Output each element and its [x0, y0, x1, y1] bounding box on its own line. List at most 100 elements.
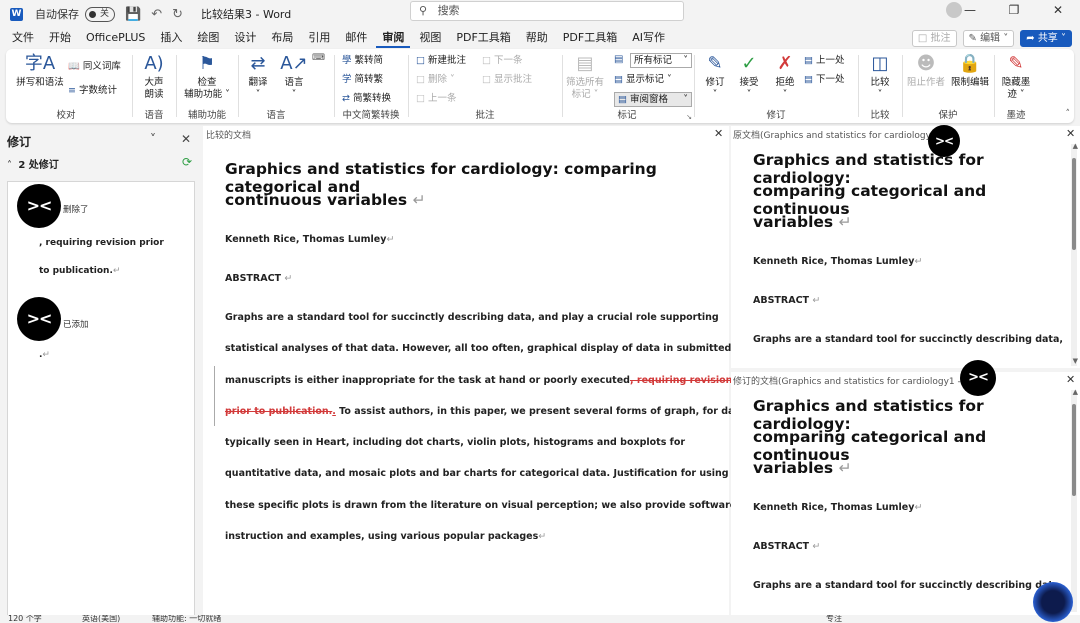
assistant-orb-icon[interactable]	[1033, 582, 1073, 622]
revision-text[interactable]: to publication.↵	[39, 266, 120, 276]
close-icon[interactable]: ✕	[1066, 127, 1075, 140]
next-change-label: 下一处	[815, 74, 845, 85]
accept-button[interactable]: ✓ 接受 ˅	[732, 53, 766, 101]
tab-insert[interactable]: 插入	[154, 28, 188, 48]
comments-button[interactable]: □ 批注	[911, 29, 957, 47]
simplified-to-traditional-button[interactable]: 学简转繁	[342, 71, 383, 88]
compared-document-pane[interactable]: 比较的文档 ✕ Graphics and statistics for card…	[203, 126, 745, 616]
keyboard-icon[interactable]: ⌨	[312, 53, 325, 63]
scroll-up-icon[interactable]: ▲	[1073, 142, 1078, 150]
reviewing-pane-icon: ▤	[618, 94, 627, 105]
paragraph-mark: ↵	[914, 256, 923, 267]
traditional-to-simplified-label: 繁转简	[354, 55, 384, 66]
reject-button[interactable]: ✗ 拒绝 ˅	[768, 53, 802, 101]
author-avatar-icon: ><	[960, 360, 996, 396]
tab-references[interactable]: 引用	[302, 28, 336, 48]
search-input[interactable]: ⚲ 搜索	[410, 1, 684, 21]
tab-ai-writing[interactable]: AI写作	[626, 28, 671, 48]
collapse-ribbon-icon[interactable]: ˄	[1066, 109, 1071, 119]
show-comments-button[interactable]: □ 显示批注	[482, 71, 532, 88]
revised-document-pane[interactable]: 修订的文档(Graphics and statistics for cardio…	[731, 372, 1080, 616]
share-button[interactable]: ➦ 共享 ˅	[1020, 29, 1072, 47]
authors-text: Kenneth Rice, Thomas Lumley	[225, 234, 387, 245]
revision-count[interactable]: ˄ 2 处修订	[7, 156, 59, 171]
track-changes-icon: ✎	[707, 53, 723, 74]
divider	[176, 55, 177, 117]
pane-options-icon[interactable]: ˅	[150, 132, 156, 146]
markup-display-select[interactable]: 所有标记 ˅	[630, 53, 692, 68]
tab-draw[interactable]: 绘图	[191, 28, 225, 48]
close-icon[interactable]: ✕	[714, 127, 723, 140]
tab-home[interactable]: 开始	[43, 28, 77, 48]
new-comment-button[interactable]: □ 新建批注	[416, 52, 466, 69]
accessibility-status[interactable]: 辅助功能: 一切就绪	[152, 615, 221, 623]
hide-ink-button[interactable]: ✎ 隐藏墨迹 ˅	[996, 53, 1036, 101]
tab-layout[interactable]: 布局	[265, 28, 299, 48]
revision-text[interactable]: .↵	[39, 350, 50, 360]
autosave-label: 自动保存	[35, 8, 79, 21]
focus-mode-button[interactable]: 专注	[826, 615, 842, 623]
autosave-toggle[interactable]: 关	[85, 6, 115, 22]
editing-mode-button[interactable]: ✎ 编辑 ˅	[962, 29, 1015, 47]
chinese-conversion-button[interactable]: ⇄ 简繁转换	[342, 90, 391, 107]
scrollbar-thumb[interactable]	[1072, 404, 1076, 496]
translate-button[interactable]: ⇄ 翻译 ˅	[240, 53, 276, 101]
filter-all-markup-button[interactable]: ▤ 筛选所有 标记 ˅	[564, 53, 606, 101]
dialog-launcher-icon[interactable]: ↘	[686, 113, 692, 121]
tab-file[interactable]: 文件	[6, 28, 40, 48]
read-aloud-button[interactable]: A) 大声 朗读	[134, 53, 174, 101]
tab-officeplus[interactable]: OfficePLUS	[80, 28, 151, 48]
restrict-editing-button[interactable]: 🔒 限制编辑	[948, 53, 992, 89]
vertical-scrollbar[interactable]	[1071, 144, 1077, 366]
scrollbar-thumb[interactable]	[1072, 158, 1076, 250]
revision-text-line: to publication.	[39, 266, 113, 276]
track-changes-button[interactable]: ✎ 修订 ˅	[698, 53, 732, 101]
compare-button[interactable]: ◫ 比较 ˅	[860, 53, 900, 101]
block-authors-button[interactable]: ☻ 阻止作者	[904, 53, 948, 89]
abstract-text: To assist authors, in this paper, we pre…	[335, 406, 746, 417]
spelling-grammar-button[interactable]: 字A 拼写和语法	[10, 53, 70, 89]
chevron-down-icon: ˅	[683, 94, 688, 105]
next-change-button[interactable]: ▤ 下一处	[804, 71, 845, 88]
previous-comment-button[interactable]: □ 上一条	[416, 90, 457, 107]
undo-icon[interactable]: ↶	[151, 7, 162, 22]
traditional-to-simplified-button[interactable]: 學繁转简	[342, 52, 383, 69]
vertical-scrollbar[interactable]	[1071, 390, 1077, 612]
restore-icon[interactable]: ❐	[992, 3, 1036, 17]
group-label-comments: 批注	[475, 110, 495, 121]
revision-text[interactable]: , requiring revision prior	[39, 238, 164, 248]
tab-pdf-tools-2[interactable]: PDF工具箱	[557, 28, 623, 48]
next-comment-button[interactable]: □ 下一条	[482, 52, 523, 69]
tab-help[interactable]: 帮助	[520, 28, 554, 48]
deleted-text[interactable]: , requiring revision	[630, 375, 732, 386]
check-accessibility-button[interactable]: ⚑ 检查 辅助功能 ˅	[178, 53, 236, 101]
paragraph-mark: ↵	[538, 531, 547, 542]
save-icon[interactable]: 💾	[125, 7, 141, 22]
author-avatar-icon: ><	[17, 184, 61, 228]
scroll-up-icon[interactable]: ▲	[1073, 388, 1078, 396]
minimize-icon[interactable]: —	[948, 3, 992, 17]
scroll-down-icon[interactable]: ▼	[1073, 357, 1078, 365]
group-language: ⇄ 翻译 ˅ A↗ 语言 ˅ ⌨ 语言	[240, 49, 325, 123]
word-count-status[interactable]: 120 个字	[8, 615, 42, 623]
previous-change-button[interactable]: ▤ 上一处	[804, 52, 845, 69]
close-icon[interactable]: ✕	[1066, 373, 1075, 386]
tab-review[interactable]: 审阅	[376, 28, 411, 48]
tab-view[interactable]: 视图	[413, 28, 447, 48]
tab-design[interactable]: 设计	[228, 28, 262, 48]
word-count-button[interactable]: ≡ 字数统计	[68, 82, 117, 99]
thesaurus-button[interactable]: 📖 同义词库	[68, 58, 121, 75]
deleted-text[interactable]: prior to publication.	[225, 406, 332, 417]
language-button[interactable]: A↗ 语言 ˅	[276, 53, 312, 101]
language-status[interactable]: 英语(美国)	[82, 615, 120, 623]
close-pane-icon[interactable]: ✕	[181, 132, 191, 146]
delete-comment-button[interactable]: □ 删除 ˅	[416, 71, 455, 88]
close-icon[interactable]: ✕	[1036, 3, 1080, 17]
reviewing-pane-button[interactable]: ▤ 审阅窗格 ˅	[614, 92, 692, 107]
show-markup-button[interactable]: ▤ 显示标记 ˅	[614, 71, 672, 88]
redo-icon[interactable]: ↻	[172, 7, 183, 22]
original-document-pane[interactable]: 原文档(Graphics and statistics for cardiolo…	[731, 126, 1080, 368]
tab-mailings[interactable]: 邮件	[339, 28, 373, 48]
tab-pdf-tools[interactable]: PDF工具箱	[450, 28, 516, 48]
refresh-icon[interactable]: ⟳	[182, 155, 192, 169]
